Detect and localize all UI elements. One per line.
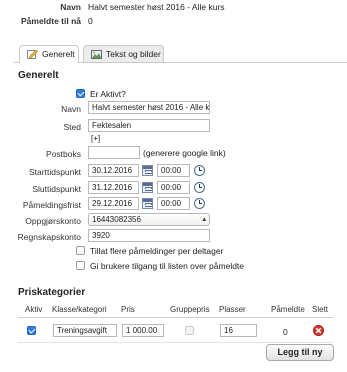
- image-icon: [91, 50, 102, 59]
- navn-input[interactable]: Halvt semester høst 2016 - Alle kurs: [88, 101, 210, 114]
- start-field-label: Starttidspunkt: [29, 167, 81, 177]
- calendar-icon[interactable]: [142, 165, 153, 176]
- section-heading-priskategorier: Priskategorier: [18, 287, 86, 298]
- column-header-aktiv: Aktiv: [25, 305, 43, 314]
- row-registered-value: 0: [283, 327, 288, 337]
- table-row-divider: [18, 342, 333, 343]
- end-date-input[interactable]: 31.12.2016: [88, 181, 139, 194]
- column-header-pris: Pris: [121, 305, 135, 314]
- regnskap-input[interactable]: 3920: [88, 229, 210, 242]
- clock-icon[interactable]: [194, 198, 205, 209]
- multi-registration-label: Tillat flere påmeldinger per deltager: [90, 246, 224, 256]
- regnskap-field-label: Regnskapskonto: [17, 232, 81, 242]
- oppgjor-select[interactable]: 16443082356 ▴︎: [88, 213, 210, 226]
- sted-input[interactable]: Fektesalen: [88, 119, 210, 132]
- column-header-slett: Slett: [312, 305, 329, 314]
- deadline-time-input[interactable]: 00:00: [157, 197, 190, 210]
- row-price-input[interactable]: 1 000.00: [122, 324, 164, 337]
- oppgjor-field-label: Oppgjørskonto: [25, 216, 81, 226]
- tab-generelt[interactable]: Generelt: [19, 45, 79, 63]
- summary-name-label: Navn: [60, 2, 81, 12]
- row-group-price-checkbox[interactable]: [185, 326, 194, 335]
- column-header-plasser: Plasser: [219, 305, 246, 314]
- clock-icon[interactable]: [194, 165, 205, 176]
- deadline-field-label: Påmeldingsfrist: [22, 200, 81, 210]
- calendar-icon[interactable]: [142, 198, 153, 209]
- list-access-checkbox[interactable]: [76, 261, 85, 270]
- edit-icon: [27, 49, 38, 59]
- calendar-icon[interactable]: [142, 182, 153, 193]
- summary-name-value: Halvt semester høst 2016 - Alle kurs: [88, 2, 225, 12]
- start-date-input[interactable]: 30.12.2016: [88, 164, 139, 177]
- oppgjor-select-value: 16443082356: [92, 215, 141, 224]
- end-field-label: Sluttidspunkt: [32, 184, 81, 194]
- start-time-input[interactable]: 00:00: [157, 164, 190, 177]
- add-category-button[interactable]: Legg til ny: [266, 344, 334, 361]
- navn-field-label: Navn: [61, 104, 81, 114]
- active-checkbox[interactable]: [76, 89, 85, 98]
- sted-field-label: Sted: [63, 122, 82, 132]
- column-header-klasse: Klasse/kategori: [52, 305, 107, 314]
- postboks-field-label: Postboks: [46, 149, 81, 159]
- deadline-date-input[interactable]: 29.12.2016: [88, 197, 139, 210]
- list-access-label: Gi brukere tilgang til listen over påmel…: [90, 261, 245, 271]
- delete-icon[interactable]: [313, 325, 324, 336]
- google-link[interactable]: (generere google link): [143, 148, 226, 158]
- row-places-input[interactable]: 16: [220, 324, 257, 337]
- add-sted-link[interactable]: [+]: [91, 134, 100, 143]
- postboks-input[interactable]: [88, 146, 140, 159]
- row-active-checkbox[interactable]: [27, 326, 36, 335]
- summary-registered-value: 0: [88, 16, 93, 26]
- clock-icon[interactable]: [194, 182, 205, 193]
- row-category-input[interactable]: Treningsavgift: [53, 324, 117, 337]
- tab-generelt-label: Generelt: [42, 49, 75, 59]
- tab-tekst-og-bilder-label: Tekst og bilder: [106, 49, 161, 59]
- column-header-pameldte: Påmeldte: [271, 305, 305, 314]
- multi-registration-checkbox[interactable]: [76, 246, 85, 255]
- column-header-gruppepris: Gruppepris: [170, 305, 210, 314]
- table-header-divider: [18, 317, 333, 318]
- tab-tekst-og-bilder[interactable]: Tekst og bilder: [83, 45, 164, 62]
- summary-registered-label: Påmeldte til nå: [21, 16, 81, 26]
- select-arrows-icon: ▴︎: [202, 216, 206, 223]
- section-heading-generelt: Generelt: [18, 70, 59, 81]
- active-checkbox-label: Er Aktivt?: [90, 89, 126, 99]
- end-time-input[interactable]: 00:00: [157, 181, 190, 194]
